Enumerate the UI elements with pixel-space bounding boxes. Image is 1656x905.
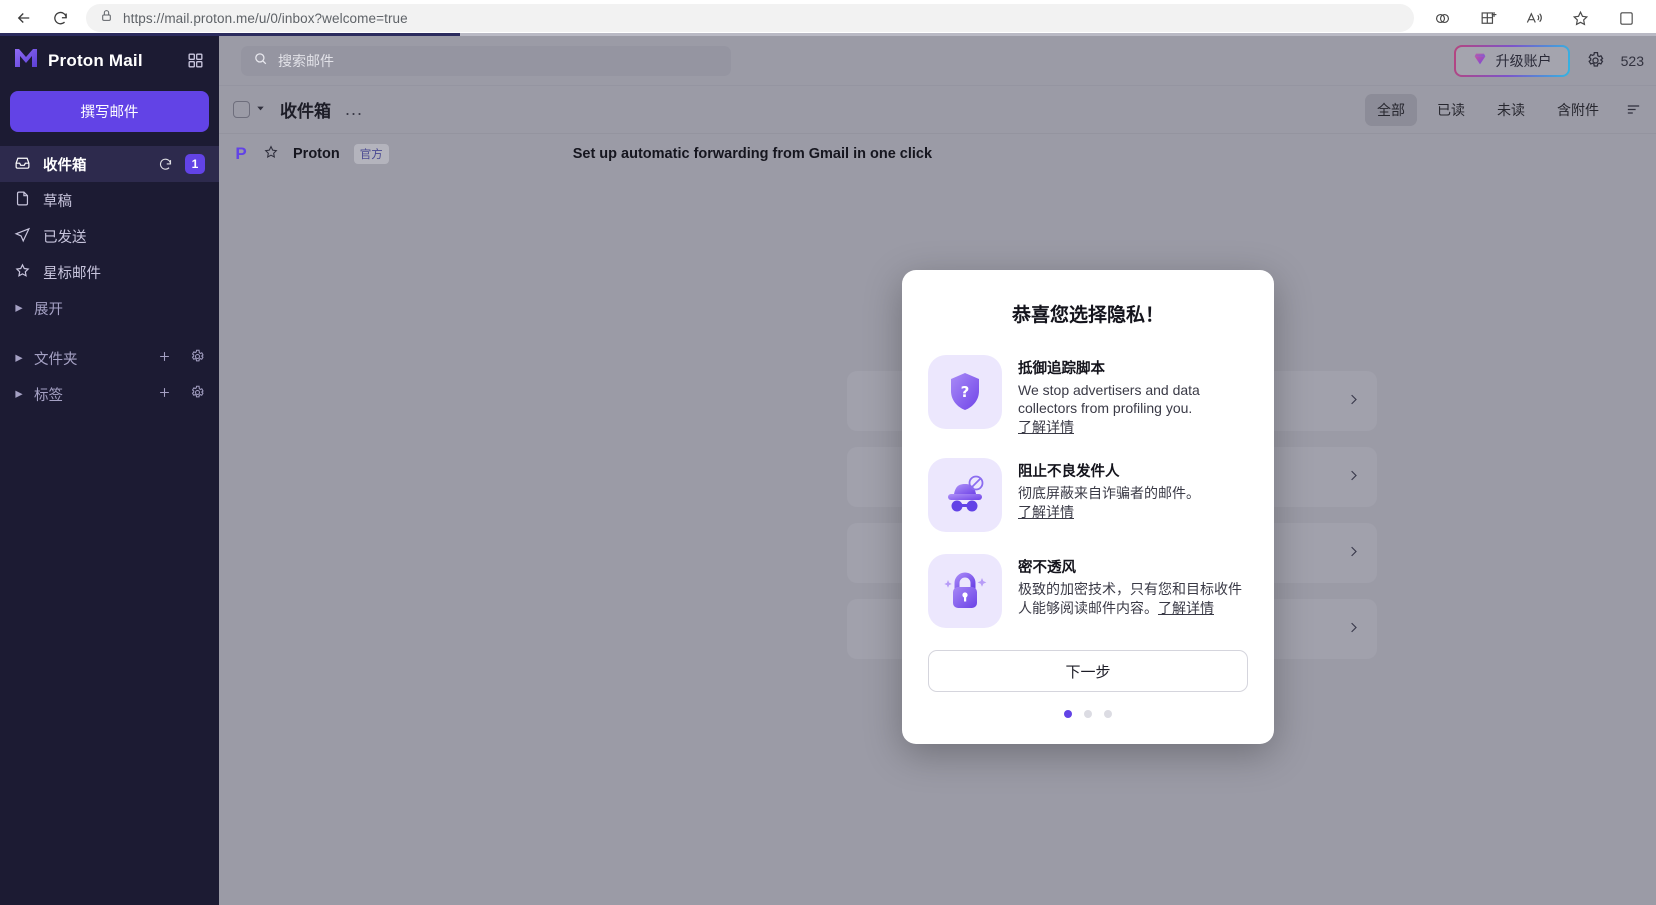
sidebar-group-labels[interactable]: ▸ 标签 xyxy=(0,376,219,412)
plus-icon[interactable] xyxy=(157,385,172,404)
learn-more-link[interactable]: 了解详情 xyxy=(1018,504,1074,520)
brand-name: Proton Mail xyxy=(48,51,143,71)
chevron-right-icon: ▸ xyxy=(14,386,24,402)
proton-mail-logo-icon xyxy=(14,47,38,74)
shield-icon: ? xyxy=(928,355,1002,429)
favorite-star-icon[interactable] xyxy=(1566,4,1594,32)
welcome-modal: 恭喜您选择隐私！ ? 抵御追踪脚本 xyxy=(902,270,1274,744)
pagination-dots xyxy=(928,710,1248,718)
chevron-right-icon: ▸ xyxy=(14,300,24,316)
app-grid-icon[interactable] xyxy=(186,51,205,70)
pagination-dot-3[interactable] xyxy=(1104,710,1112,718)
sidebar-item-sent[interactable]: 已发送 xyxy=(0,218,219,254)
feature-description: We stop advertisers and data collectors … xyxy=(1018,382,1200,416)
back-arrow-icon[interactable] xyxy=(10,4,38,32)
sidebar-item-inbox[interactable]: 收件箱 1 xyxy=(0,146,219,182)
split-screen-icon[interactable] xyxy=(1428,4,1456,32)
refresh-icon[interactable] xyxy=(158,157,173,172)
learn-more-link[interactable]: 了解详情 xyxy=(1018,419,1074,435)
sidebar-item-label: 收件箱 xyxy=(43,154,146,175)
browser-toolbar: https://mail.proton.me/u/0/inbox?welcome… xyxy=(0,0,1656,36)
sidebar: Proton Mail 撰写邮件 收件箱 1 xyxy=(0,36,219,905)
main-area: 搜索邮件 升级账户 5 xyxy=(219,36,1656,905)
sidebar-group-folders[interactable]: ▸ 文件夹 xyxy=(0,340,219,376)
sidebar-group-label: 标签 xyxy=(34,384,147,405)
url-text: https://mail.proton.me/u/0/inbox?welcome… xyxy=(123,11,408,26)
read-aloud-icon[interactable] xyxy=(1520,4,1548,32)
address-bar[interactable]: https://mail.proton.me/u/0/inbox?welcome… xyxy=(86,4,1414,32)
feature-description: 彻底屏蔽来自诈骗者的邮件。 xyxy=(1018,485,1200,501)
app-shell: Proton Mail 撰写邮件 收件箱 1 xyxy=(0,36,1656,905)
sidebar-expand-toggle[interactable]: ▸ 展开 xyxy=(0,290,219,326)
gear-icon[interactable] xyxy=(190,349,205,368)
sent-icon xyxy=(14,226,31,247)
collections-icon[interactable] xyxy=(1474,4,1502,32)
star-icon xyxy=(14,262,31,283)
feature-item: 密不透风 极致的加密技术，只有您和目标收件人能够阅读邮件内容。了解详情 xyxy=(928,554,1248,628)
browser-menu-icon[interactable] xyxy=(1612,4,1640,32)
browser-actions xyxy=(1428,4,1646,32)
sidebar-item-drafts[interactable]: 草稿 xyxy=(0,182,219,218)
feature-item: ? 抵御追踪脚本 We stop advertisers and data co… xyxy=(928,355,1248,436)
learn-more-link[interactable]: 了解详情 xyxy=(1158,600,1214,616)
sidebar-item-starred[interactable]: 星标邮件 xyxy=(0,254,219,290)
plus-icon[interactable] xyxy=(157,349,172,368)
feature-title: 抵御追踪脚本 xyxy=(1018,357,1248,378)
compose-label: 撰写邮件 xyxy=(81,101,139,122)
feature-title: 密不透风 xyxy=(1018,556,1248,577)
sidebar-item-label: 已发送 xyxy=(43,226,205,247)
inbox-icon xyxy=(14,154,31,175)
next-button[interactable]: 下一步 xyxy=(928,650,1248,692)
sidebar-item-label: 星标邮件 xyxy=(43,262,205,283)
reload-icon[interactable] xyxy=(46,4,74,32)
svg-text:?: ? xyxy=(961,383,970,401)
modal-overlay: 恭喜您选择隐私！ ? 抵御追踪脚本 xyxy=(219,36,1656,905)
draft-icon xyxy=(14,190,31,211)
sidebar-expand-label: 展开 xyxy=(34,298,205,319)
sidebar-group-label: 文件夹 xyxy=(34,348,147,369)
brand-header: Proton Mail xyxy=(0,36,219,85)
inbox-unread-badge: 1 xyxy=(185,154,205,174)
chevron-right-icon: ▸ xyxy=(14,350,24,366)
sidebar-item-label: 草稿 xyxy=(43,190,205,211)
pagination-dot-1[interactable] xyxy=(1064,710,1072,718)
pagination-dot-2[interactable] xyxy=(1084,710,1092,718)
modal-title: 恭喜您选择隐私！ xyxy=(928,300,1248,327)
gear-icon[interactable] xyxy=(190,385,205,404)
compose-button[interactable]: 撰写邮件 xyxy=(10,91,209,132)
padlock-icon xyxy=(928,554,1002,628)
feature-title: 阻止不良发件人 xyxy=(1018,460,1200,481)
lock-icon xyxy=(100,9,113,27)
feature-item: 阻止不良发件人 彻底屏蔽来自诈骗者的邮件。 了解详情 xyxy=(928,458,1248,532)
incognito-icon xyxy=(928,458,1002,532)
sidebar-nav: 收件箱 1 草稿 已发送 xyxy=(0,146,219,412)
next-label: 下一步 xyxy=(1065,661,1110,682)
